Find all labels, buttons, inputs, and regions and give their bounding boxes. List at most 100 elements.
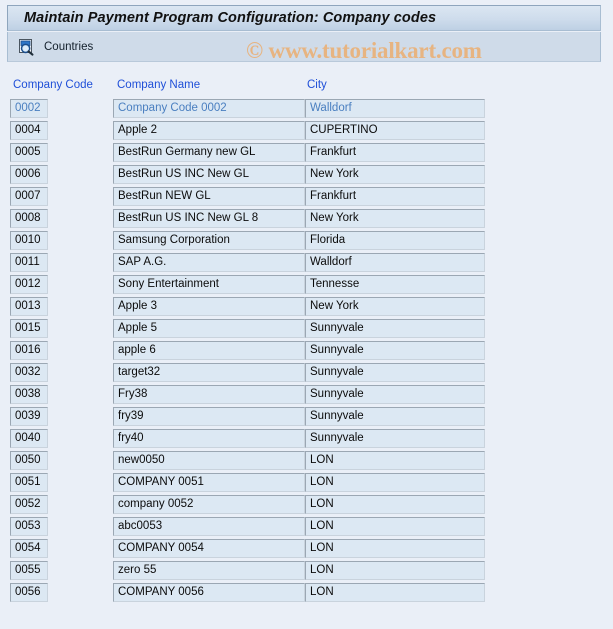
cell-name[interactable]: BestRun US INC New GL 8 [113, 209, 305, 228]
cell-name[interactable]: COMPANY 0056 [113, 583, 305, 602]
cell-name[interactable]: Samsung Corporation [113, 231, 305, 250]
cell-city[interactable]: New York [305, 297, 485, 316]
cell-name[interactable]: COMPANY 0054 [113, 539, 305, 558]
cell-name[interactable]: fry39 [113, 407, 305, 426]
cell-city[interactable]: Sunnyvale [305, 407, 485, 426]
cell-name[interactable]: fry40 [113, 429, 305, 448]
toolbar: Countries [7, 32, 601, 62]
table-row: 0005 BestRun Germany new GL Frankfurt [0, 143, 613, 165]
cell-city[interactable]: Tennesse [305, 275, 485, 294]
countries-button[interactable]: Countries [8, 34, 100, 60]
table-row: 0050 new0050 LON [0, 451, 613, 473]
cell-code[interactable]: 0052 [10, 495, 48, 514]
cell-name[interactable]: company 0052 [113, 495, 305, 514]
cell-city[interactable]: LON [305, 451, 485, 470]
cell-name[interactable]: apple 6 [113, 341, 305, 360]
content-area: Company Code Company Name City 0002 Compa… [0, 62, 613, 629]
cell-code[interactable]: 0054 [10, 539, 48, 558]
table-row: 0052 company 0052 LON [0, 495, 613, 517]
table-row: 0053 abc0053 LON [0, 517, 613, 539]
table-row: 0040 fry40 Sunnyvale [0, 429, 613, 451]
cell-city[interactable]: Sunnyvale [305, 341, 485, 360]
table-row: 0013 Apple 3 New York [0, 297, 613, 319]
cell-code[interactable]: 0055 [10, 561, 48, 580]
table-row: 0056 COMPANY 0056 LON [0, 583, 613, 605]
cell-city[interactable]: LON [305, 583, 485, 602]
table-row: 0015 Apple 5 Sunnyvale [0, 319, 613, 341]
cell-code[interactable]: 0040 [10, 429, 48, 448]
cell-city[interactable]: LON [305, 517, 485, 536]
cell-city[interactable]: Sunnyvale [305, 319, 485, 338]
cell-code[interactable]: 0005 [10, 143, 48, 162]
countries-button-label: Countries [44, 40, 94, 53]
cell-name[interactable]: Apple 5 [113, 319, 305, 338]
table-row: 0054 COMPANY 0054 LON [0, 539, 613, 561]
cell-code[interactable]: 0007 [10, 187, 48, 206]
table-row: 0006 BestRun US INC New GL New York [0, 165, 613, 187]
column-header-company-name: Company Name [117, 79, 201, 91]
cell-code[interactable]: 0051 [10, 473, 48, 492]
cell-code[interactable]: 0013 [10, 297, 48, 316]
cell-city[interactable]: LON [305, 495, 485, 514]
cell-code[interactable]: 0038 [10, 385, 48, 404]
table-row: 0007 BestRun NEW GL Frankfurt [0, 187, 613, 209]
cell-code[interactable]: 0012 [10, 275, 48, 294]
cell-city[interactable]: Sunnyvale [305, 363, 485, 382]
table-row: 0004 Apple 2 CUPERTINO [0, 121, 613, 143]
cell-city[interactable]: Walldorf [305, 99, 485, 118]
cell-code[interactable]: 0008 [10, 209, 48, 228]
table-row: 0010 Samsung Corporation Florida [0, 231, 613, 253]
cell-name[interactable]: BestRun NEW GL [113, 187, 305, 206]
cell-city[interactable]: Sunnyvale [305, 429, 485, 448]
cell-code[interactable]: 0010 [10, 231, 48, 250]
cell-code[interactable]: 0006 [10, 165, 48, 184]
cell-name[interactable]: zero 55 [113, 561, 305, 580]
cell-code[interactable]: 0032 [10, 363, 48, 382]
table-row: 0011 SAP A.G. Walldorf [0, 253, 613, 275]
cell-city[interactable]: CUPERTINO [305, 121, 485, 140]
table-row: 0002 Company Code 0002 Walldorf [0, 99, 613, 121]
cell-city[interactable]: Frankfurt [305, 143, 485, 162]
cell-name[interactable]: target32 [113, 363, 305, 382]
cell-code[interactable]: 0002 [10, 99, 48, 118]
cell-city[interactable]: New York [305, 165, 485, 184]
cell-code[interactable]: 0015 [10, 319, 48, 338]
cell-name[interactable]: COMPANY 0051 [113, 473, 305, 492]
cell-name[interactable]: SAP A.G. [113, 253, 305, 272]
cell-name[interactable]: BestRun US INC New GL [113, 165, 305, 184]
cell-code[interactable]: 0039 [10, 407, 48, 426]
cell-code[interactable]: 0004 [10, 121, 48, 140]
cell-name[interactable]: abc0053 [113, 517, 305, 536]
table-row: 0012 Sony Entertainment Tennesse [0, 275, 613, 297]
cell-city[interactable]: LON [305, 473, 485, 492]
cell-city[interactable]: Frankfurt [305, 187, 485, 206]
window-title-bar: Maintain Payment Program Configuration: … [7, 5, 601, 31]
cell-name[interactable]: Fry38 [113, 385, 305, 404]
cell-city[interactable]: LON [305, 561, 485, 580]
table-column-headers: Company Code Company Name City [0, 79, 613, 97]
cell-city[interactable]: Sunnyvale [305, 385, 485, 404]
table-row: 0055 zero 55 LON [0, 561, 613, 583]
search-document-icon [17, 38, 35, 56]
application-window: Maintain Payment Program Configuration: … [0, 0, 613, 629]
cell-name[interactable]: BestRun Germany new GL [113, 143, 305, 162]
cell-city[interactable]: Florida [305, 231, 485, 250]
cell-name[interactable]: Sony Entertainment [113, 275, 305, 294]
column-header-city: City [307, 79, 327, 91]
cell-name[interactable]: Apple 2 [113, 121, 305, 140]
table-row: 0051 COMPANY 0051 LON [0, 473, 613, 495]
table-row: 0038 Fry38 Sunnyvale [0, 385, 613, 407]
cell-city[interactable]: LON [305, 539, 485, 558]
cell-name[interactable]: new0050 [113, 451, 305, 470]
cell-code[interactable]: 0056 [10, 583, 48, 602]
cell-city[interactable]: Walldorf [305, 253, 485, 272]
cell-name[interactable]: Company Code 0002 [113, 99, 305, 118]
cell-code[interactable]: 0011 [10, 253, 48, 272]
table-row: 0016 apple 6 Sunnyvale [0, 341, 613, 363]
page-title: Maintain Payment Program Configuration: … [24, 10, 437, 26]
cell-code[interactable]: 0050 [10, 451, 48, 470]
cell-name[interactable]: Apple 3 [113, 297, 305, 316]
cell-city[interactable]: New York [305, 209, 485, 228]
cell-code[interactable]: 0016 [10, 341, 48, 360]
cell-code[interactable]: 0053 [10, 517, 48, 536]
